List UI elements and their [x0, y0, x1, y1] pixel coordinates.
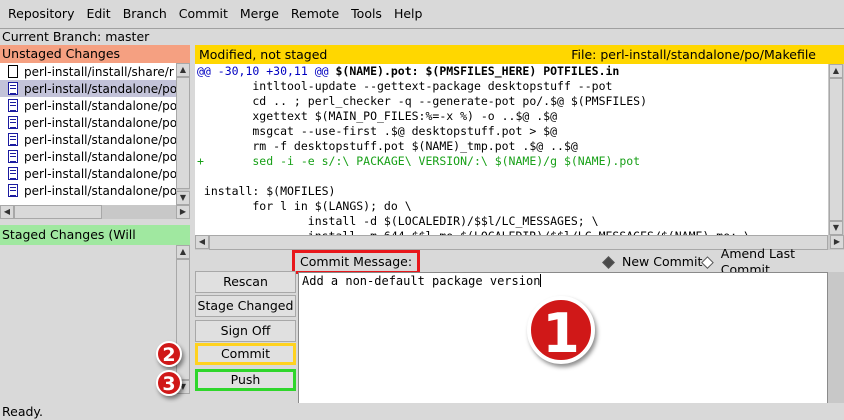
- commit-action-panel: Rescan Stage Changed Sign Off Commit Pus…: [193, 268, 298, 396]
- amend-last-commit-radio[interactable]: Amend Last Commit: [701, 246, 844, 277]
- commit-message-text: Add a non-default package version: [302, 274, 541, 288]
- file-modified-icon[interactable]: [8, 150, 18, 163]
- commit-vertical-scrollbar[interactable]: [828, 272, 844, 404]
- new-commit-label: New Commit: [622, 254, 703, 269]
- unstaged-vertical-scrollbar[interactable]: ▲ ▼: [176, 63, 190, 205]
- file-modified-icon[interactable]: [8, 133, 18, 146]
- unstaged-file-list: perl-install/install/share/r perl-instal…: [0, 63, 176, 205]
- diff-line-context: cd .. ; perl_checker -q --generate-pot p…: [197, 94, 648, 108]
- menu-merge[interactable]: Merge: [234, 0, 285, 28]
- menu-repository[interactable]: Repository: [2, 0, 80, 28]
- staged-vertical-scrollbar[interactable]: ▲ ▼: [176, 245, 190, 394]
- unstaged-file-row[interactable]: perl-install/standalone/po: [0, 182, 176, 199]
- current-branch-label: Current Branch: master: [2, 29, 150, 44]
- file-name: perl-install/standalone/po: [24, 98, 176, 113]
- sign-off-button[interactable]: Sign Off: [195, 320, 296, 342]
- step-1-badge: 1: [527, 296, 595, 365]
- menu-commit[interactable]: Commit: [173, 0, 234, 28]
- unstaged-file-row[interactable]: perl-install/standalone/po: [0, 97, 176, 114]
- menu-branch[interactable]: Branch: [117, 0, 173, 28]
- file-name: perl-install/install/share/r: [24, 64, 174, 79]
- new-commit-radio[interactable]: New Commit: [602, 254, 703, 270]
- unstaged-file-row[interactable]: perl-install/standalone/po: [0, 131, 176, 148]
- unstaged-horizontal-scrollbar[interactable]: ◀ ▶: [0, 205, 190, 219]
- file-name: perl-install/standalone/po: [24, 81, 176, 96]
- scroll-up-arrow-icon[interactable]: ▲: [829, 64, 843, 78]
- scroll-up-arrow-icon[interactable]: ▲: [176, 63, 190, 77]
- commit-message-label: Commit Message:: [292, 250, 421, 274]
- file-modified-icon[interactable]: [8, 184, 18, 197]
- rescan-button[interactable]: Rescan: [195, 271, 296, 293]
- scroll-down-arrow-icon[interactable]: ▼: [176, 191, 190, 205]
- diff-hunk-header: @@ -30,10 +30,11 @@ $(NAME).pot: $(PMSFI…: [197, 64, 828, 79]
- file-modified-icon[interactable]: [8, 167, 18, 180]
- file-name: perl-install/standalone/po: [24, 166, 176, 181]
- menu-remote[interactable]: Remote: [285, 0, 345, 28]
- scrollbar-thumb[interactable]: [14, 205, 102, 219]
- menu-bar: Repository Edit Branch Commit Merge Remo…: [0, 0, 844, 28]
- file-modified-icon[interactable]: [8, 82, 18, 95]
- file-name: perl-install/standalone/po: [24, 149, 176, 164]
- file-name: perl-install/standalone/po: [24, 115, 176, 130]
- unstaged-file-row-selected[interactable]: perl-install/standalone/po: [0, 80, 176, 97]
- radio-selected-icon[interactable]: [602, 255, 615, 269]
- scroll-right-arrow-icon[interactable]: ▶: [176, 205, 190, 219]
- file-plain-icon[interactable]: [8, 65, 18, 78]
- diff-line-context: xgettext $(MAIN_PO_FILES:%=-x %) -o ..$@…: [197, 109, 558, 123]
- file-modified-icon[interactable]: [8, 116, 18, 129]
- commit-button[interactable]: Commit: [195, 343, 296, 365]
- unstaged-file-row[interactable]: perl-install/standalone/po: [0, 114, 176, 131]
- unstaged-file-row[interactable]: perl-install/standalone/po: [0, 148, 176, 165]
- hunk-context: $(NAME).pot: $(PMSFILES_HERE) POTFILES.i…: [328, 64, 620, 78]
- diff-line-added: + sed -i -e s/:\ PACKAGE\ VERSION/:\ $(N…: [197, 154, 641, 168]
- scroll-up-arrow-icon[interactable]: ▲: [176, 245, 190, 259]
- diff-line-context: for l in $(LANGS); do \: [197, 199, 412, 213]
- staged-file-list: [0, 245, 176, 394]
- step-3-badge: 3: [156, 370, 182, 396]
- diff-line-context: intltool-update --gettext-package deskto…: [197, 79, 613, 93]
- radio-unselected-icon[interactable]: [701, 255, 714, 269]
- diff-line-context: [197, 169, 828, 184]
- scrollbar-thumb[interactable]: [176, 77, 190, 189]
- diff-viewer[interactable]: @@ -30,10 +30,11 @@ $(NAME).pot: $(PMSFI…: [195, 64, 828, 235]
- unstaged-file-row[interactable]: perl-install/standalone/po: [0, 165, 176, 182]
- scrollbar-thumb[interactable]: [829, 78, 843, 221]
- diff-status: Modified, not staged: [199, 47, 328, 62]
- scroll-down-arrow-icon[interactable]: ▼: [829, 221, 843, 235]
- diff-lines: intltool-update --gettext-package deskto…: [197, 79, 828, 235]
- diff-line-context: msgcat --use-first .$@ desktopstuff.pot …: [197, 124, 558, 138]
- status-bar: Ready.: [0, 403, 844, 420]
- menu-tools[interactable]: Tools: [345, 0, 388, 28]
- text-caret: [540, 274, 542, 287]
- diff-line-context: rm -f desktopstuff.pot $(NAME)_tmp.pot .…: [197, 139, 578, 153]
- hunk-range: @@ -30,10 +30,11 @@: [197, 64, 329, 78]
- scroll-left-arrow-icon[interactable]: ◀: [195, 235, 209, 249]
- unstaged-file-row[interactable]: perl-install/install/share/r: [0, 63, 176, 80]
- file-name: perl-install/standalone/po: [24, 132, 176, 147]
- menu-help[interactable]: Help: [388, 0, 429, 28]
- step-2-badge: 2: [156, 341, 182, 367]
- menu-edit[interactable]: Edit: [80, 0, 116, 28]
- diff-line-context: install: $(MOFILES): [197, 184, 336, 198]
- diff-vertical-scrollbar[interactable]: ▲ ▼: [828, 64, 844, 235]
- file-name: perl-install/standalone/po: [24, 183, 176, 198]
- staged-changes-header: Staged Changes (Will Commit): [0, 225, 190, 262]
- diff-file-path: File: perl-install/standalone/po/Makefil…: [571, 47, 816, 62]
- scroll-left-arrow-icon[interactable]: ◀: [0, 205, 14, 219]
- push-button[interactable]: Push: [195, 369, 296, 391]
- stage-changed-button[interactable]: Stage Changed: [195, 295, 296, 317]
- file-modified-icon[interactable]: [8, 99, 18, 112]
- unstaged-changes-header: Unstaged Changes: [0, 45, 190, 63]
- diff-line-context: install -d $(LOCALEDIR)/$$l/LC_MESSAGES;…: [197, 214, 599, 228]
- diff-header: Modified, not staged File: perl-install/…: [195, 45, 844, 64]
